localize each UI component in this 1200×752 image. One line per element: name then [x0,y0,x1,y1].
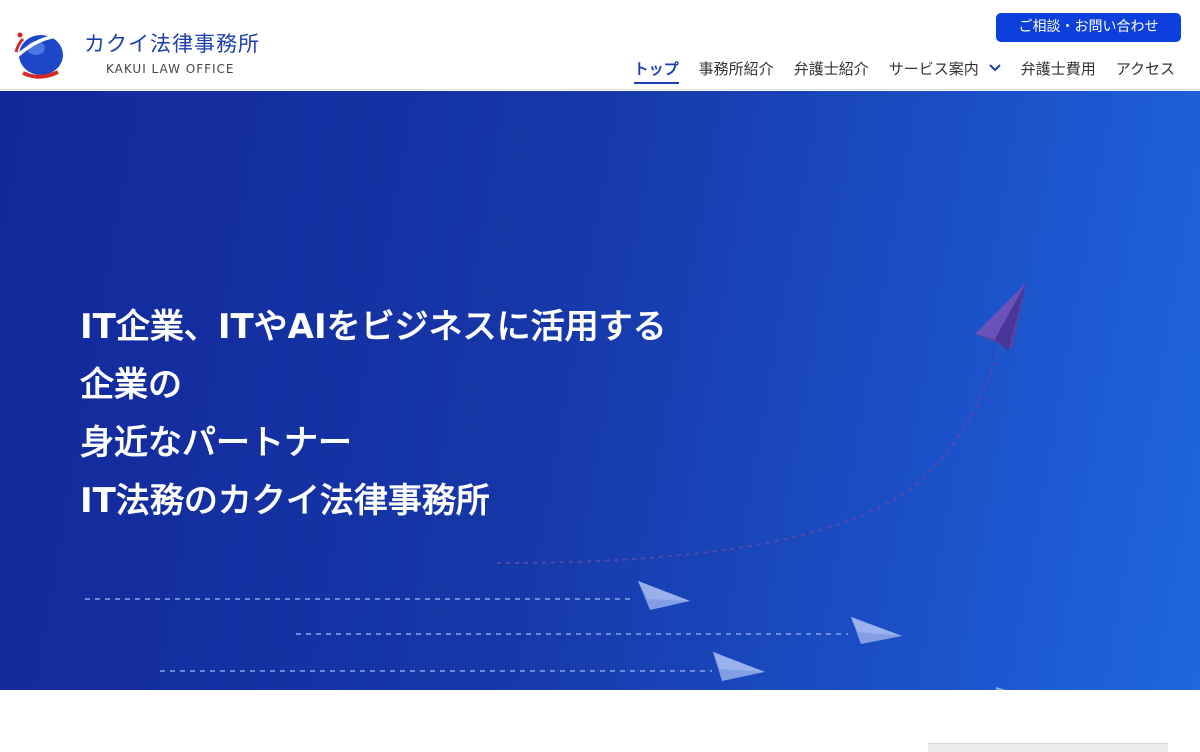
nav-item-office[interactable]: 事務所紹介 [699,58,774,79]
nav-item-access[interactable]: アクセス [1116,58,1175,79]
site-header: カクイ法律事務所 KAKUI LAW OFFICE ご相談・お問い合わせ トップ… [0,0,1200,90]
nav-item-lawyers[interactable]: 弁護士紹介 [794,58,869,79]
chevron-down-icon[interactable] [989,64,1001,72]
contact-button[interactable]: ご相談・お問い合わせ [996,13,1181,42]
hero-headline-line: IT法務のカクイ法律事務所 [80,481,490,521]
logo-icon[interactable] [14,26,70,82]
hero-headline-line: 身近なパートナー [80,423,352,463]
nav-item-label: アクセス [1115,59,1175,78]
hero-headline-line: 企業の [80,365,182,405]
brand-name-english: KAKUI LAW OFFICE [106,62,235,76]
hero-section: IT企業、ITやAIをビジネスに活用する 企業の 身近なパートナー IT法務のカ… [0,91,1200,690]
paper-plane-icon [638,581,690,610]
paper-plane-icon [713,652,765,681]
main-nav: トップ 事務所紹介 弁護士紹介 サービス案内 弁護士費用 アクセス [614,56,1175,84]
nav-item-label: 弁護士紹介 [793,59,869,78]
paper-plane-icon [851,617,902,644]
nav-item-fees[interactable]: 弁護士費用 [1021,58,1096,79]
brand-name[interactable]: カクイ法律事務所 [84,28,260,58]
paper-plane-icon [975,283,1026,351]
nav-item-label: トップ [633,59,679,78]
content-card-peek [928,743,1168,752]
paper-plane-icon [996,687,1006,690]
nav-item-top[interactable]: トップ [633,58,679,84]
nav-item-label: サービス案内 [888,59,979,78]
nav-item-services[interactable]: サービス案内 [889,58,1001,79]
nav-item-label: 事務所紹介 [698,59,774,78]
nav-item-label: 弁護士費用 [1020,59,1096,78]
hero-headline-line: IT企業、ITやAIをビジネスに活用する [80,307,667,347]
hero-headline: IT企業、ITやAIをビジネスに活用する 企業の 身近なパートナー IT法務のカ… [80,298,667,530]
